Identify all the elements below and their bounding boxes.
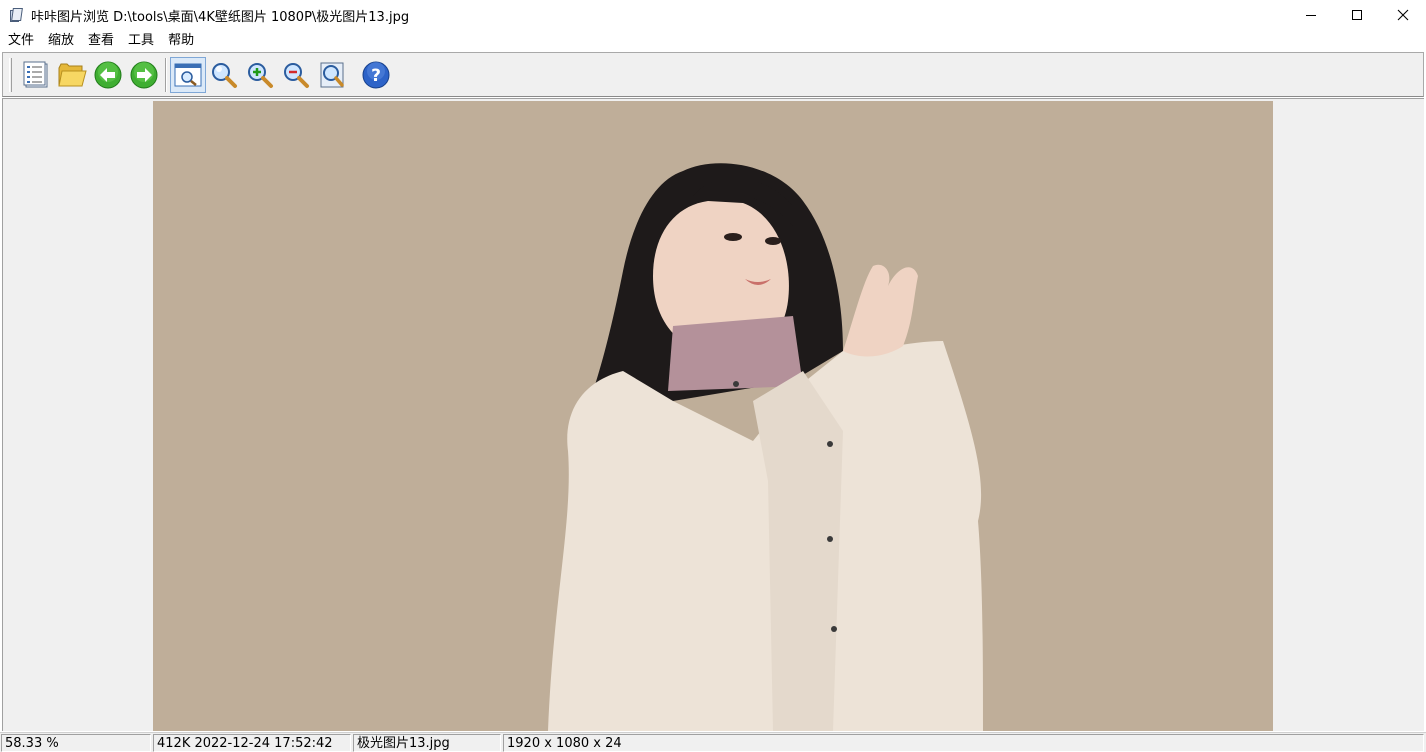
fit-window-icon xyxy=(174,63,202,87)
open-folder-button[interactable] xyxy=(54,57,90,93)
minimize-icon xyxy=(1306,15,1316,16)
close-icon xyxy=(1397,9,1409,21)
thumbnail-list-button[interactable] xyxy=(18,57,54,93)
next-image-button[interactable] xyxy=(126,57,162,93)
magnifier-icon xyxy=(212,63,237,88)
displayed-photo xyxy=(153,101,1273,731)
menu-view[interactable]: 查看 xyxy=(81,30,121,51)
fit-window-button[interactable] xyxy=(170,57,206,93)
zoom-out-button[interactable] xyxy=(278,57,314,93)
folder-icon xyxy=(58,63,87,87)
status-dimensions: 1920 x 1080 x 24 xyxy=(503,734,1424,752)
zoom-out-icon xyxy=(284,63,309,88)
arrow-right-icon xyxy=(130,61,158,89)
fullscreen-icon xyxy=(320,62,344,88)
menu-bar: 文件 缩放 查看 工具 帮助 xyxy=(0,30,1426,51)
menu-file[interactable]: 文件 xyxy=(0,30,41,51)
close-button[interactable] xyxy=(1380,0,1426,30)
help-icon: ? xyxy=(362,61,390,89)
toolbar: ? xyxy=(2,52,1424,97)
menu-zoom[interactable]: 缩放 xyxy=(41,30,81,51)
status-file-info: 412K 2022-12-24 17:52:42 xyxy=(153,734,351,752)
window-controls xyxy=(1288,0,1426,30)
toolbar-grip[interactable] xyxy=(9,58,12,92)
title-bar: 咔咔图片浏览 D:\tools\桌面\4K壁纸图片 1080P\极光图片13.j… xyxy=(0,0,1426,30)
status-zoom: 58.33 % xyxy=(1,734,151,752)
status-bar: 58.33 % 412K 2022-12-24 17:52:42 极光图片13.… xyxy=(0,732,1426,752)
actual-size-button[interactable] xyxy=(206,57,242,93)
help-button[interactable]: ? xyxy=(358,57,394,93)
maximize-button[interactable] xyxy=(1334,0,1380,30)
window-title: 咔咔图片浏览 D:\tools\桌面\4K壁纸图片 1080P\极光图片13.j… xyxy=(31,9,410,25)
list-icon xyxy=(23,61,48,88)
menu-tools[interactable]: 工具 xyxy=(121,30,161,51)
image-viewport[interactable] xyxy=(2,98,1424,731)
status-file-name: 极光图片13.jpg xyxy=(353,734,501,752)
arrow-left-icon xyxy=(94,61,122,89)
zoom-in-button[interactable] xyxy=(242,57,278,93)
maximize-icon xyxy=(1352,10,1362,20)
photo-portrait xyxy=(153,101,1273,731)
previous-image-button[interactable] xyxy=(90,57,126,93)
menu-help[interactable]: 帮助 xyxy=(161,30,201,51)
app-icon xyxy=(9,7,25,23)
fullscreen-button[interactable] xyxy=(314,57,350,93)
svg-text:?: ? xyxy=(371,66,381,86)
minimize-button[interactable] xyxy=(1288,0,1334,30)
toolbar-separator xyxy=(165,58,167,92)
zoom-in-icon xyxy=(248,63,273,88)
